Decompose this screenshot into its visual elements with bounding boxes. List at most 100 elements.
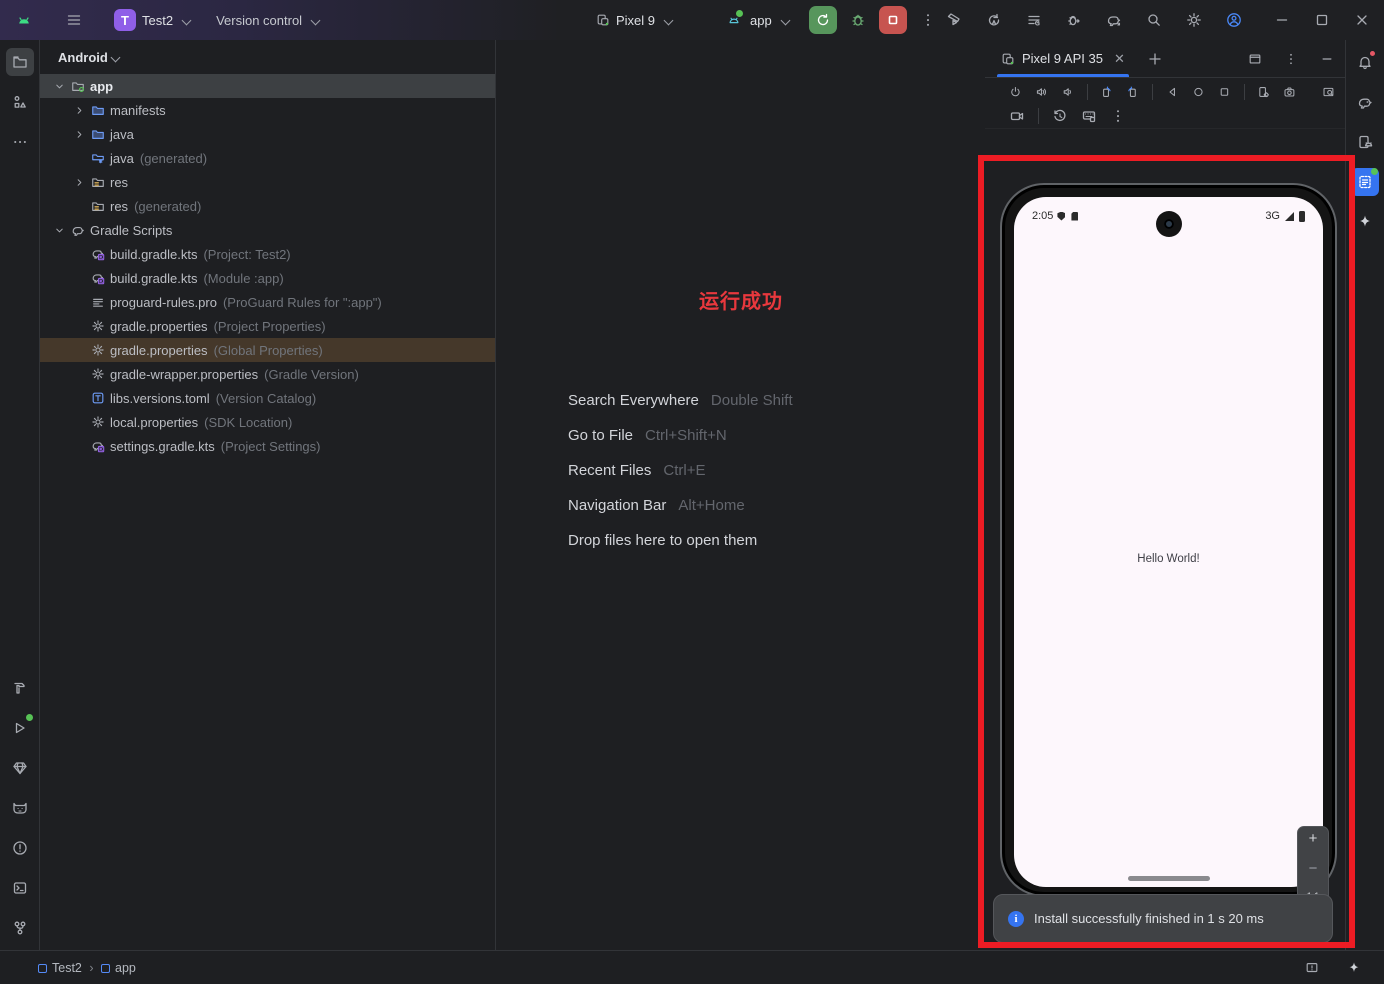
gear-icon <box>88 415 108 429</box>
tree-item-manifests[interactable]: manifests <box>40 98 495 122</box>
more-tools-button[interactable] <box>6 128 34 156</box>
run-tool-button[interactable] <box>6 714 34 742</box>
tree-item-label: java <box>110 126 134 142</box>
tab-pixel9-api35[interactable]: Pixel 9 API 35 ✕ <box>997 40 1129 77</box>
panel-options-button[interactable] <box>1273 44 1309 74</box>
project-view-selector[interactable]: Android <box>40 40 495 74</box>
tree-item-gradle-properties[interactable]: gradle.properties (Global Properties) <box>40 338 495 362</box>
paste-text-icon[interactable] <box>1081 108 1097 124</box>
zoom-in-button[interactable]: + <box>1309 831 1318 846</box>
tree-item-local-properties[interactable]: local.properties (SDK Location) <box>40 410 495 434</box>
window-close-button[interactable] <box>1344 5 1380 35</box>
debug-button[interactable] <box>840 5 876 35</box>
android-recents-button-icon[interactable] <box>1218 84 1231 100</box>
window-maximize-button[interactable] <box>1304 5 1340 35</box>
folder-icon <box>88 127 108 141</box>
device-settings-icon[interactable] <box>1257 84 1270 100</box>
breadcrumb-separator: › <box>89 960 94 975</box>
gradle-tool-button[interactable] <box>1351 88 1379 116</box>
chevron-down-icon[interactable] <box>50 225 68 236</box>
version-control-widget[interactable]: Version control <box>208 5 327 35</box>
panel-layout-button[interactable] <box>1237 44 1273 74</box>
android-home-button-icon[interactable] <box>1192 84 1205 100</box>
sparkle-status-icon[interactable] <box>1336 953 1372 983</box>
tree-item-libs-versions-toml[interactable]: libs.versions.toml (Version Catalog) <box>40 386 495 410</box>
chevron-right-icon[interactable] <box>70 105 88 116</box>
search-everywhere-icon[interactable] <box>1136 5 1172 35</box>
emulator-device-screen[interactable]: 2:05 3G Hello World! <box>1014 197 1323 887</box>
screenshot-camera-icon[interactable] <box>1283 84 1296 100</box>
build-tool-button[interactable] <box>6 674 34 702</box>
snapshot-reset-icon[interactable] <box>1052 108 1068 124</box>
running-devices-tool-button[interactable] <box>1351 168 1379 196</box>
tree-item-annotation: (Gradle Version) <box>264 366 359 382</box>
rerun-button[interactable] <box>808 6 837 34</box>
user-avatar[interactable] <box>1216 5 1252 35</box>
tree-item-label: build.gradle.kts <box>110 246 198 262</box>
breadcrumb[interactable]: Test2 › app <box>38 961 136 975</box>
panel-hide-button[interactable] <box>1309 44 1345 74</box>
project-widget[interactable]: T Test2 <box>106 5 198 35</box>
chevron-right-icon[interactable] <box>70 129 88 140</box>
power-button-icon[interactable] <box>1009 84 1022 100</box>
screen-record-icon[interactable] <box>1009 108 1025 124</box>
rotate-left-icon[interactable] <box>1100 84 1113 100</box>
emulator-more-options-icon[interactable] <box>1110 108 1126 124</box>
tab-close-icon[interactable]: ✕ <box>1114 51 1125 67</box>
screen-zoom-icon[interactable] <box>1322 84 1335 100</box>
profiler-icon[interactable] <box>1096 5 1132 35</box>
structure-tool-button[interactable] <box>6 88 34 116</box>
build-variants-icon[interactable] <box>936 5 972 35</box>
version-control-tool-button[interactable] <box>6 914 34 942</box>
tree-item-proguard-rules-pro[interactable]: proguard-rules.pro (ProGuard Rules for ":… <box>40 290 495 314</box>
install-toast: i Install successfully finished in 1 s 2… <box>993 894 1333 943</box>
chevron-right-icon[interactable] <box>70 177 88 188</box>
stop-button[interactable] <box>878 6 907 34</box>
tree-item-gradle-wrapper-properties[interactable]: gradle-wrapper.properties (Gradle Version… <box>40 362 495 386</box>
new-device-tab-button[interactable] <box>1137 44 1173 74</box>
logcat-tool-button[interactable] <box>6 794 34 822</box>
device-selector[interactable]: Pixel 9 <box>588 5 680 35</box>
project-tool-button[interactable] <box>5 48 34 76</box>
device-manager-tool-button[interactable] <box>1351 128 1379 156</box>
tree-item-java[interactable]: java (generated) <box>40 146 495 170</box>
tree-item-java[interactable]: java <box>40 122 495 146</box>
rotate-right-icon[interactable] <box>1126 84 1139 100</box>
tree-item-settings-gradle-kts[interactable]: settings.gradle.kts (Project Settings) <box>40 434 495 458</box>
tree-item-app[interactable]: app <box>40 74 495 98</box>
zoom-out-button[interactable]: − <box>1309 861 1318 876</box>
volume-down-icon[interactable] <box>1061 84 1074 100</box>
android-back-button-icon[interactable] <box>1166 84 1179 100</box>
app-quality-insights-tool-button[interactable] <box>6 754 34 782</box>
chevron-down-icon <box>181 15 192 25</box>
tree-item-res[interactable]: res (generated) <box>40 194 495 218</box>
tree-item-res[interactable]: res <box>40 170 495 194</box>
tree-item-gradle-scripts[interactable]: Gradle Scripts <box>40 218 495 242</box>
notifications-button[interactable] <box>1351 48 1379 76</box>
tree-item-gradle-properties[interactable]: gradle.properties (Project Properties) <box>40 314 495 338</box>
breadcrumb-project[interactable]: Test2 <box>52 961 82 975</box>
settings-gear-icon[interactable] <box>1176 5 1212 35</box>
screen-reader-hint-icon[interactable] <box>1294 953 1330 983</box>
volume-up-icon[interactable] <box>1035 84 1048 100</box>
tree-item-build-gradle-kts[interactable]: build.gradle.kts (Module :app) <box>40 266 495 290</box>
breadcrumb-module[interactable]: app <box>115 961 136 975</box>
gemini-sparkle-button[interactable] <box>1351 208 1379 236</box>
chevron-down-icon[interactable] <box>50 81 68 92</box>
app-config-icon <box>724 10 744 30</box>
problems-tool-button[interactable] <box>6 834 34 862</box>
project-panel: Android app manifests java java (generated) r… <box>40 40 496 950</box>
tree-item-label: manifests <box>110 102 166 118</box>
attach-debugger-icon[interactable] <box>1056 5 1092 35</box>
todo-list-icon[interactable] <box>1016 5 1052 35</box>
tree-item-annotation: (ProGuard Rules for ":app") <box>222 294 382 310</box>
window-minimize-button[interactable] <box>1264 5 1300 35</box>
main-menu-button[interactable] <box>56 5 92 35</box>
terminal-tool-button[interactable] <box>6 874 34 902</box>
tree-item-annotation: (generated) <box>139 150 208 166</box>
tree-item-build-gradle-kts[interactable]: build.gradle.kts (Project: Test2) <box>40 242 495 266</box>
run-configuration-selector[interactable]: app <box>716 5 797 35</box>
gesture-navigation-handle[interactable] <box>1127 876 1210 881</box>
sync-project-button[interactable] <box>976 5 1012 35</box>
chevron-down-icon <box>663 15 674 25</box>
